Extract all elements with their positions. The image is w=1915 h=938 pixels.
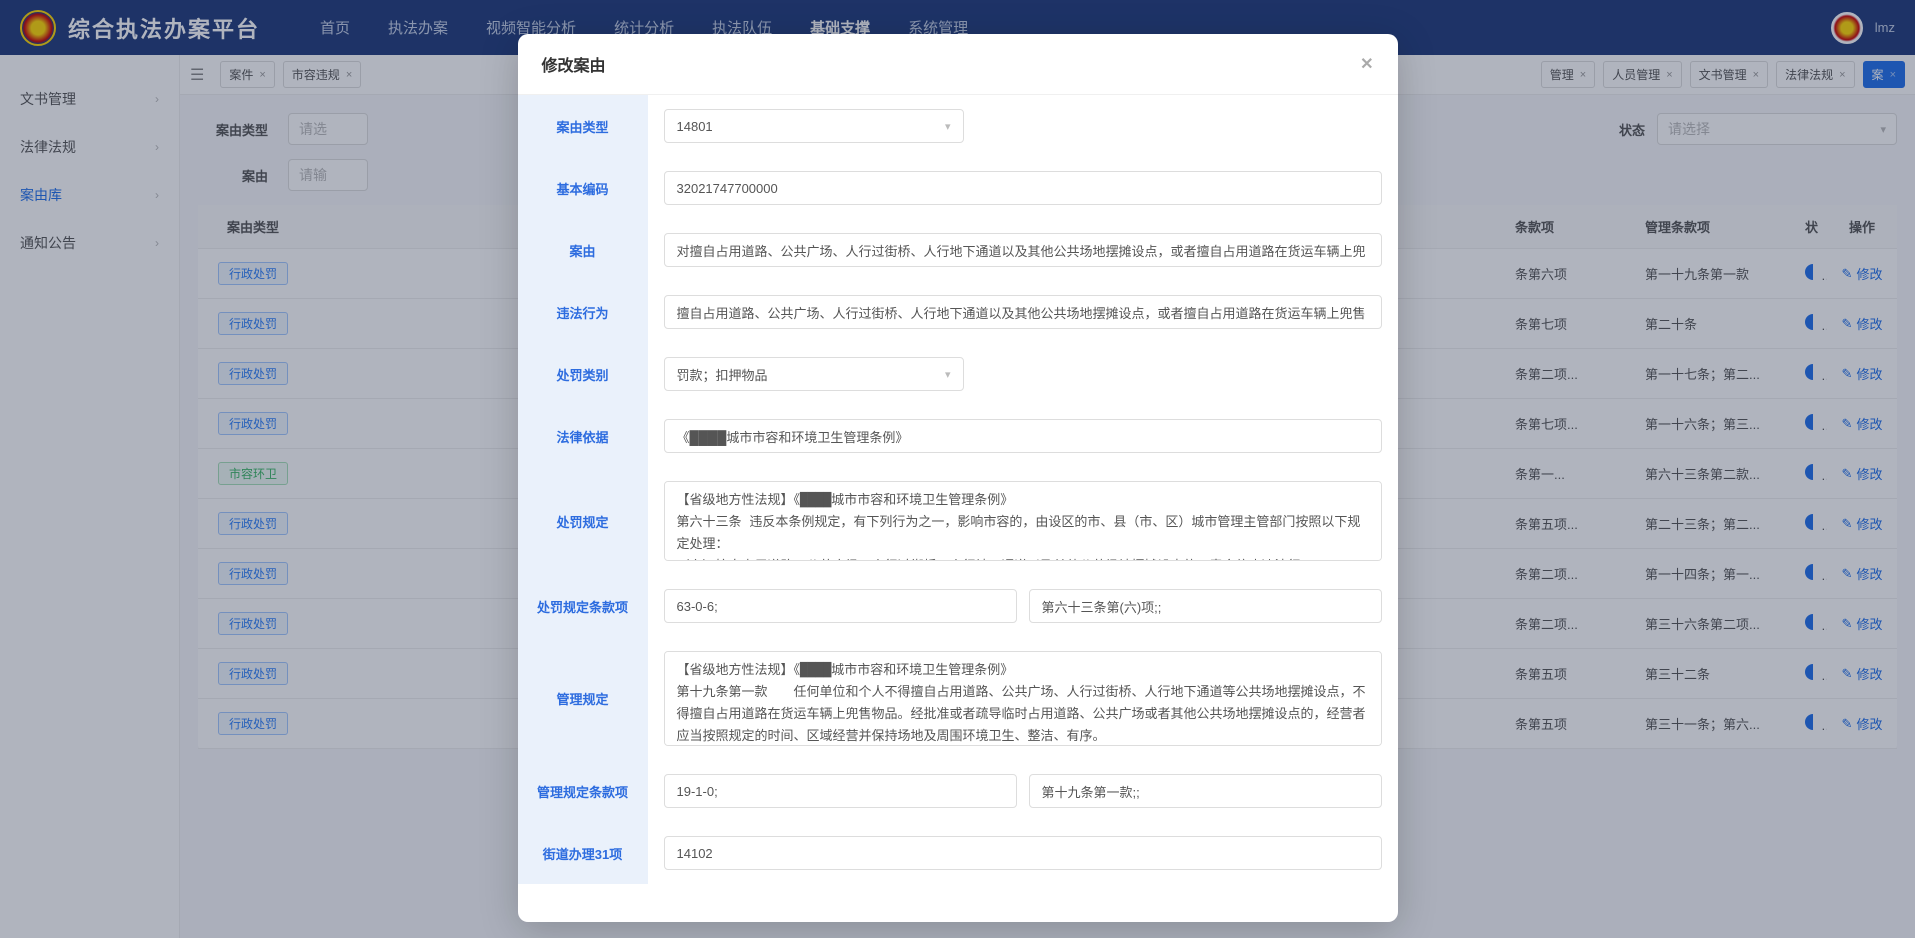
- f-law-input[interactable]: [664, 419, 1382, 453]
- f-prule-textarea[interactable]: [664, 481, 1382, 561]
- modal-title: 修改案由: [542, 52, 606, 76]
- f-street-label: 街道办理31项: [518, 822, 648, 884]
- f-mclause-a-input[interactable]: [664, 774, 1017, 808]
- f-mrule-label: 管理规定: [518, 637, 648, 760]
- f-code-input[interactable]: [664, 171, 1382, 205]
- f-street-input[interactable]: [664, 836, 1382, 870]
- close-icon[interactable]: ✕: [1360, 54, 1373, 74]
- modal-body: 案由类型 14801▾ 基本编码 案由 违法行为 处罚类别: [518, 95, 1398, 922]
- modal-mask[interactable]: 修改案由 ✕ 案由类型 14801▾ 基本编码 案由 违法: [0, 0, 1915, 938]
- f-illegal-input[interactable]: [664, 295, 1382, 329]
- f-type-select[interactable]: 14801▾: [664, 109, 964, 143]
- edit-modal: 修改案由 ✕ 案由类型 14801▾ 基本编码 案由 违法: [518, 34, 1398, 922]
- f-pclause-a-input[interactable]: [664, 589, 1017, 623]
- f-pcat-select[interactable]: 罚款；扣押物品▾: [664, 357, 964, 391]
- f-mclause-label: 管理规定条款项: [518, 760, 648, 822]
- f-pclause-label: 处罚规定条款项: [518, 575, 648, 637]
- f-illegal-label: 违法行为: [518, 281, 648, 343]
- f-ay-input[interactable]: [664, 233, 1382, 267]
- f-law-label: 法律依据: [518, 405, 648, 467]
- f-code-label: 基本编码: [518, 157, 648, 219]
- f-mrule-textarea[interactable]: [664, 651, 1382, 746]
- f-prule-label: 处罚规定: [518, 467, 648, 575]
- f-ay-label: 案由: [518, 219, 648, 281]
- f-pclause-b-input[interactable]: [1029, 589, 1382, 623]
- f-type-label: 案由类型: [518, 95, 648, 157]
- chevron-down-icon: ▾: [945, 120, 951, 133]
- f-mclause-b-input[interactable]: [1029, 774, 1382, 808]
- f-pcat-label: 处罚类别: [518, 343, 648, 405]
- chevron-down-icon: ▾: [945, 368, 951, 381]
